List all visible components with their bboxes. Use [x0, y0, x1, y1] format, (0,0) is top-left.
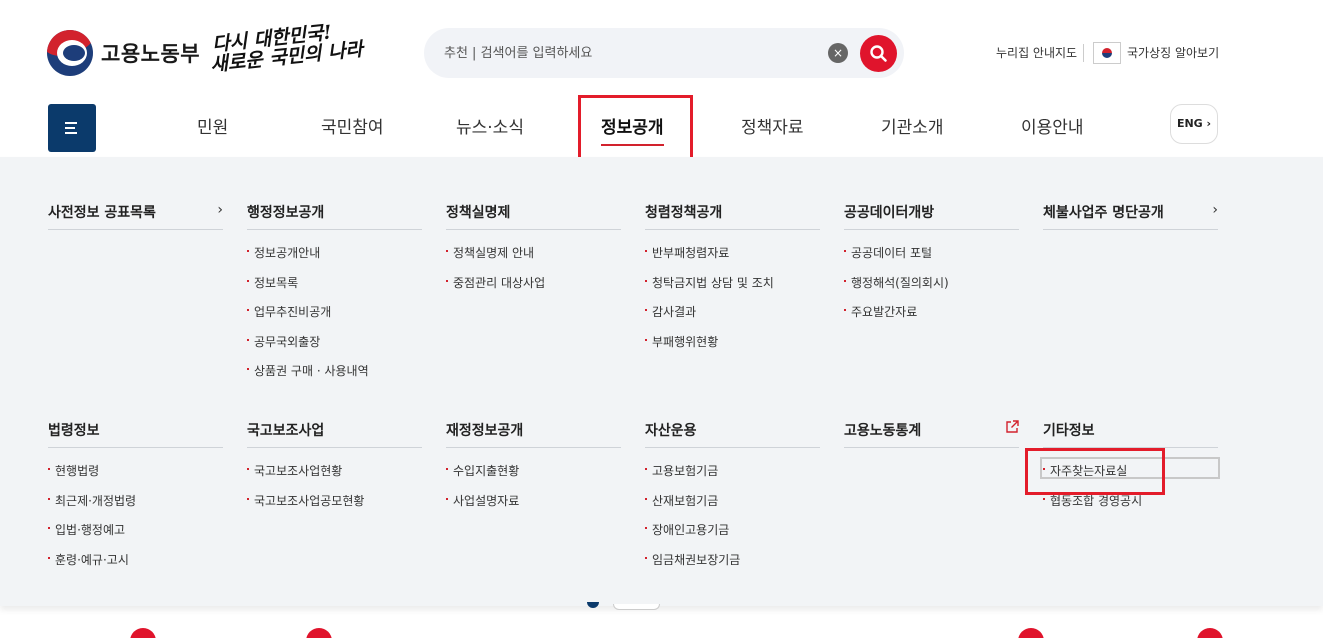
gnb-item-policy[interactable]: 정책자료	[741, 113, 804, 138]
gnb-item-civil[interactable]: 민원	[197, 113, 228, 138]
menu-item[interactable]: 상품권 구매 · 사용내역	[247, 362, 422, 392]
korea-flag-icon[interactable]	[1093, 42, 1121, 64]
slogan: 다시 대한민국! 새로운 국민의 나라	[209, 21, 364, 77]
menu-item[interactable]: 수입지출현황	[446, 462, 621, 492]
national-symbol-link[interactable]: 국가상징 알아보기	[1127, 44, 1219, 61]
menu-col-asset: 자산운용 고용보험기금 산재보험기금 장애인고용기금 임금채권보장기금	[645, 420, 820, 580]
english-button[interactable]: ENG ›	[1170, 104, 1218, 144]
menu-heading[interactable]: 정책실명제	[446, 202, 621, 230]
menu-heading[interactable]: 자산운용	[645, 420, 820, 448]
menu-item[interactable]: 감사결과	[645, 303, 820, 333]
menu-col-prior-disclosure: 사전정보 공표목록 ›	[48, 202, 223, 230]
menu-heading[interactable]: 사전정보 공표목록 ›	[48, 202, 223, 230]
logo-text: 고용노동부	[101, 42, 201, 66]
search-bar: ×	[424, 28, 904, 78]
menu-item[interactable]: 훈령·예규·고시	[48, 551, 223, 581]
menu-heading[interactable]: 고용노동통계	[844, 420, 1019, 448]
menu-item[interactable]: 임금채권보장기금	[645, 551, 820, 581]
quick-link-icon[interactable]	[1197, 628, 1223, 638]
search-icon	[870, 45, 887, 62]
menu-item[interactable]: 주요발간자료	[844, 303, 1019, 333]
menu-item[interactable]: 사업설명자료	[446, 492, 621, 522]
taegeuk-logo-icon	[47, 30, 93, 76]
menu-col-finance: 재정정보공개 수입지출현황 사업설명자료	[446, 420, 621, 521]
menu-item[interactable]: 행정해석(질의회시)	[844, 274, 1019, 304]
gnb-item-participation[interactable]: 국민참여	[321, 113, 384, 138]
menu-heading[interactable]: 체불사업주 명단공개 ›	[1043, 202, 1218, 230]
menu-col-unpaid-employers: 체불사업주 명단공개 ›	[1043, 202, 1218, 230]
menu-item[interactable]: 업무추진비공개	[247, 303, 422, 333]
slider-indicator-dot[interactable]	[587, 602, 599, 608]
gnb-item-news[interactable]: 뉴스·소식	[456, 113, 524, 138]
menu-item[interactable]: 최근제·개정법령	[48, 492, 223, 522]
menu-item[interactable]: 국고보조사업공모현황	[247, 492, 422, 522]
menu-item[interactable]: 정책실명제 안내	[446, 244, 621, 274]
sitemap-link[interactable]: 누리집 안내지도	[996, 44, 1077, 61]
quick-link-icon[interactable]	[130, 628, 156, 638]
menu-heading[interactable]: 청렴정책공개	[645, 202, 820, 230]
menu-item[interactable]: 협동조합 경영공시	[1043, 492, 1218, 522]
menu-item[interactable]: 국고보조사업현황	[247, 462, 422, 492]
chevron-right-icon: ›	[1212, 202, 1218, 218]
menu-item[interactable]: 부패행위현황	[645, 333, 820, 363]
menu-item[interactable]: 중점관리 대상사업	[446, 274, 621, 304]
menu-heading[interactable]: 행정정보공개	[247, 202, 422, 230]
chevron-right-icon: ›	[217, 202, 223, 218]
menu-item[interactable]: 정보목록	[247, 274, 422, 304]
menu-heading[interactable]: 기타정보	[1043, 420, 1218, 448]
gnb-item-guide[interactable]: 이용안내	[1021, 113, 1084, 138]
menu-item[interactable]: 공무국외출장	[247, 333, 422, 363]
menu-col-admin-info: 행정정보공개 정보공개안내 정보목록 업무추진비공개 공무국외출장 상품권 구매…	[247, 202, 422, 392]
menu-col-subsidy: 국고보조사업 국고보조사업현황 국고보조사업공모현황	[247, 420, 422, 521]
menu-col-integrity: 청렴정책공개 반부패청렴자료 청탁금지법 상담 및 조치 감사결과 부패행위현황	[645, 202, 820, 362]
menu-col-policy-realname: 정책실명제 정책실명제 안내 중점관리 대상사업	[446, 202, 621, 303]
ministry-logo[interactable]: 고용노동부	[47, 30, 200, 76]
menu-col-labor-stats: 고용노동통계	[844, 420, 1019, 448]
quick-link-icon[interactable]	[306, 628, 332, 638]
search-button[interactable]	[860, 35, 897, 72]
clear-search-button[interactable]: ×	[828, 43, 848, 63]
menu-col-laws: 법령정보 현행법령 최근제·개정법령 입법·행정예고 훈령·예규·고시	[48, 420, 223, 580]
gnb-item-about[interactable]: 기관소개	[881, 113, 944, 138]
menu-item[interactable]: 정보공개안내	[247, 244, 422, 274]
menu-item[interactable]: 공공데이터 포털	[844, 244, 1019, 274]
menu-heading[interactable]: 재정정보공개	[446, 420, 621, 448]
menu-col-public-data: 공공데이터개방 공공데이터 포털 행정해석(질의회시) 주요발간자료	[844, 202, 1019, 333]
menu-heading[interactable]: 공공데이터개방	[844, 202, 1019, 230]
menu-item[interactable]: 산재보험기금	[645, 492, 820, 522]
slider-control[interactable]	[613, 604, 660, 610]
menu-heading[interactable]: 법령정보	[48, 420, 223, 448]
quick-link-icon[interactable]	[1018, 628, 1044, 638]
menu-item[interactable]: 현행법령	[48, 462, 223, 492]
annotation-highlight-box	[1025, 448, 1165, 495]
all-menu-button[interactable]	[48, 104, 96, 152]
menu-heading[interactable]: 국고보조사업	[247, 420, 422, 448]
menu-item[interactable]: 고용보험기금	[645, 462, 820, 492]
menu-item[interactable]: 반부패청렴자료	[645, 244, 820, 274]
divider	[1083, 44, 1084, 62]
menu-item[interactable]: 청탁금지법 상담 및 조치	[645, 274, 820, 304]
menu-item[interactable]: 입법·행정예고	[48, 521, 223, 551]
hamburger-icon	[65, 122, 77, 124]
external-link-icon	[1006, 420, 1019, 433]
menu-item[interactable]: 장애인고용기금	[645, 521, 820, 551]
search-input[interactable]	[444, 42, 824, 64]
